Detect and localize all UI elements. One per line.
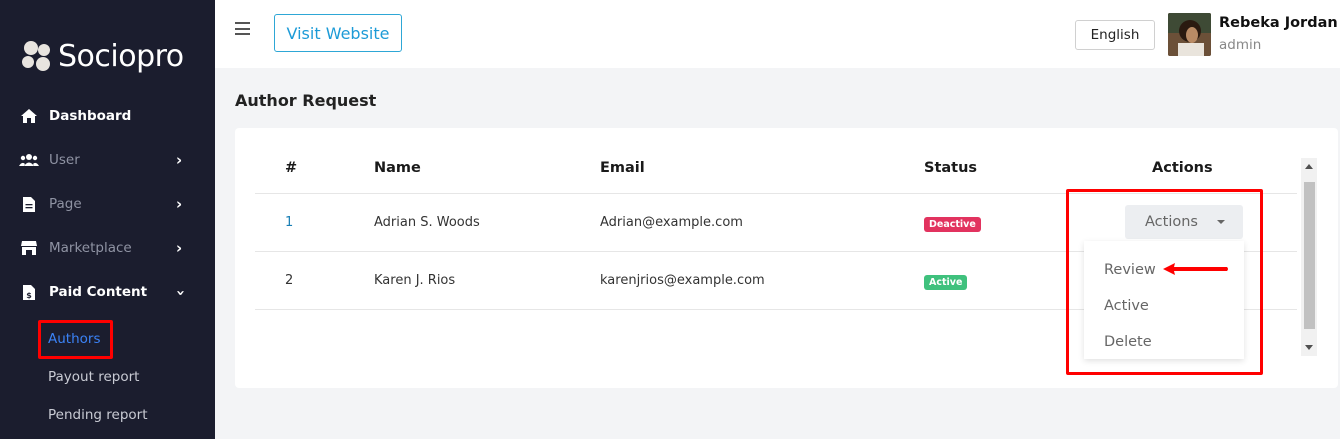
highlight-box-actions [1066, 189, 1263, 375]
table-scrollbar[interactable] [1301, 158, 1317, 356]
column-header-status: Status [924, 160, 978, 176]
row-1-id: 1 [285, 215, 294, 230]
scrollbar-thumb[interactable] [1304, 182, 1315, 329]
sidebar-item-label: Dashboard [49, 108, 132, 124]
row-2-name: Karen J. Rios [374, 273, 456, 288]
column-header-email: Email [600, 160, 645, 176]
sidebar-item-user[interactable]: User › [0, 144, 215, 176]
status-badge-deactive: Deactive [924, 217, 981, 232]
top-header: Visit Website English Rebeka Jordan admi… [215, 0, 1340, 68]
menu-toggle-icon[interactable] [235, 22, 250, 35]
visit-website-button[interactable]: Visit Website [274, 14, 402, 52]
sidebar-item-marketplace[interactable]: Marketplace › [0, 232, 215, 264]
svg-text:$: $ [26, 291, 32, 300]
sidebar-item-label: Page [49, 196, 82, 212]
user-role: admin [1219, 37, 1262, 53]
row-2-email: karenjrios@example.com [600, 273, 765, 288]
sidebar-item-paid-content[interactable]: $ Paid Content › [0, 276, 215, 308]
chevron-right-icon: › [176, 239, 183, 257]
row-1-name: Adrian S. Woods [374, 215, 480, 230]
language-select[interactable]: English [1075, 20, 1155, 50]
highlight-box-authors [38, 320, 113, 359]
user-name[interactable]: Rebeka Jordan [1219, 15, 1338, 31]
logo[interactable]: Sociopro [22, 38, 184, 74]
file-icon [19, 195, 39, 213]
page-title: Author Request [235, 91, 377, 110]
chevron-right-icon: › [176, 151, 183, 169]
column-header-number: # [285, 160, 298, 176]
sidebar-subitem-payout-report[interactable]: Payout report [48, 369, 139, 385]
sidebar-item-label: Paid Content [49, 284, 148, 300]
chevron-right-icon: › [176, 195, 183, 213]
row-2-id: 2 [285, 273, 294, 288]
home-icon [19, 107, 39, 125]
column-header-actions: Actions [1152, 160, 1213, 176]
sidebar-item-page[interactable]: Page › [0, 188, 215, 220]
chevron-down-icon: › [172, 289, 191, 297]
sidebar: Sociopro Dashboard User › Page › Marketp… [0, 0, 215, 439]
users-icon [19, 151, 39, 169]
brand-name: Sociopro [58, 38, 184, 74]
sidebar-subitem-pending-report[interactable]: Pending report [48, 407, 148, 423]
sidebar-item-label: Marketplace [49, 240, 132, 256]
sidebar-item-dashboard[interactable]: Dashboard [0, 100, 215, 132]
paid-file-icon: $ [19, 283, 39, 301]
row-1-email: Adrian@example.com [600, 215, 743, 230]
column-header-name: Name [374, 160, 421, 176]
logo-icon [22, 40, 54, 72]
scroll-up-icon[interactable] [1305, 164, 1313, 169]
status-badge-active: Active [924, 275, 968, 290]
scroll-down-icon[interactable] [1305, 345, 1313, 350]
sidebar-item-label: User [49, 152, 80, 168]
avatar[interactable] [1168, 13, 1211, 56]
store-icon [19, 239, 39, 257]
